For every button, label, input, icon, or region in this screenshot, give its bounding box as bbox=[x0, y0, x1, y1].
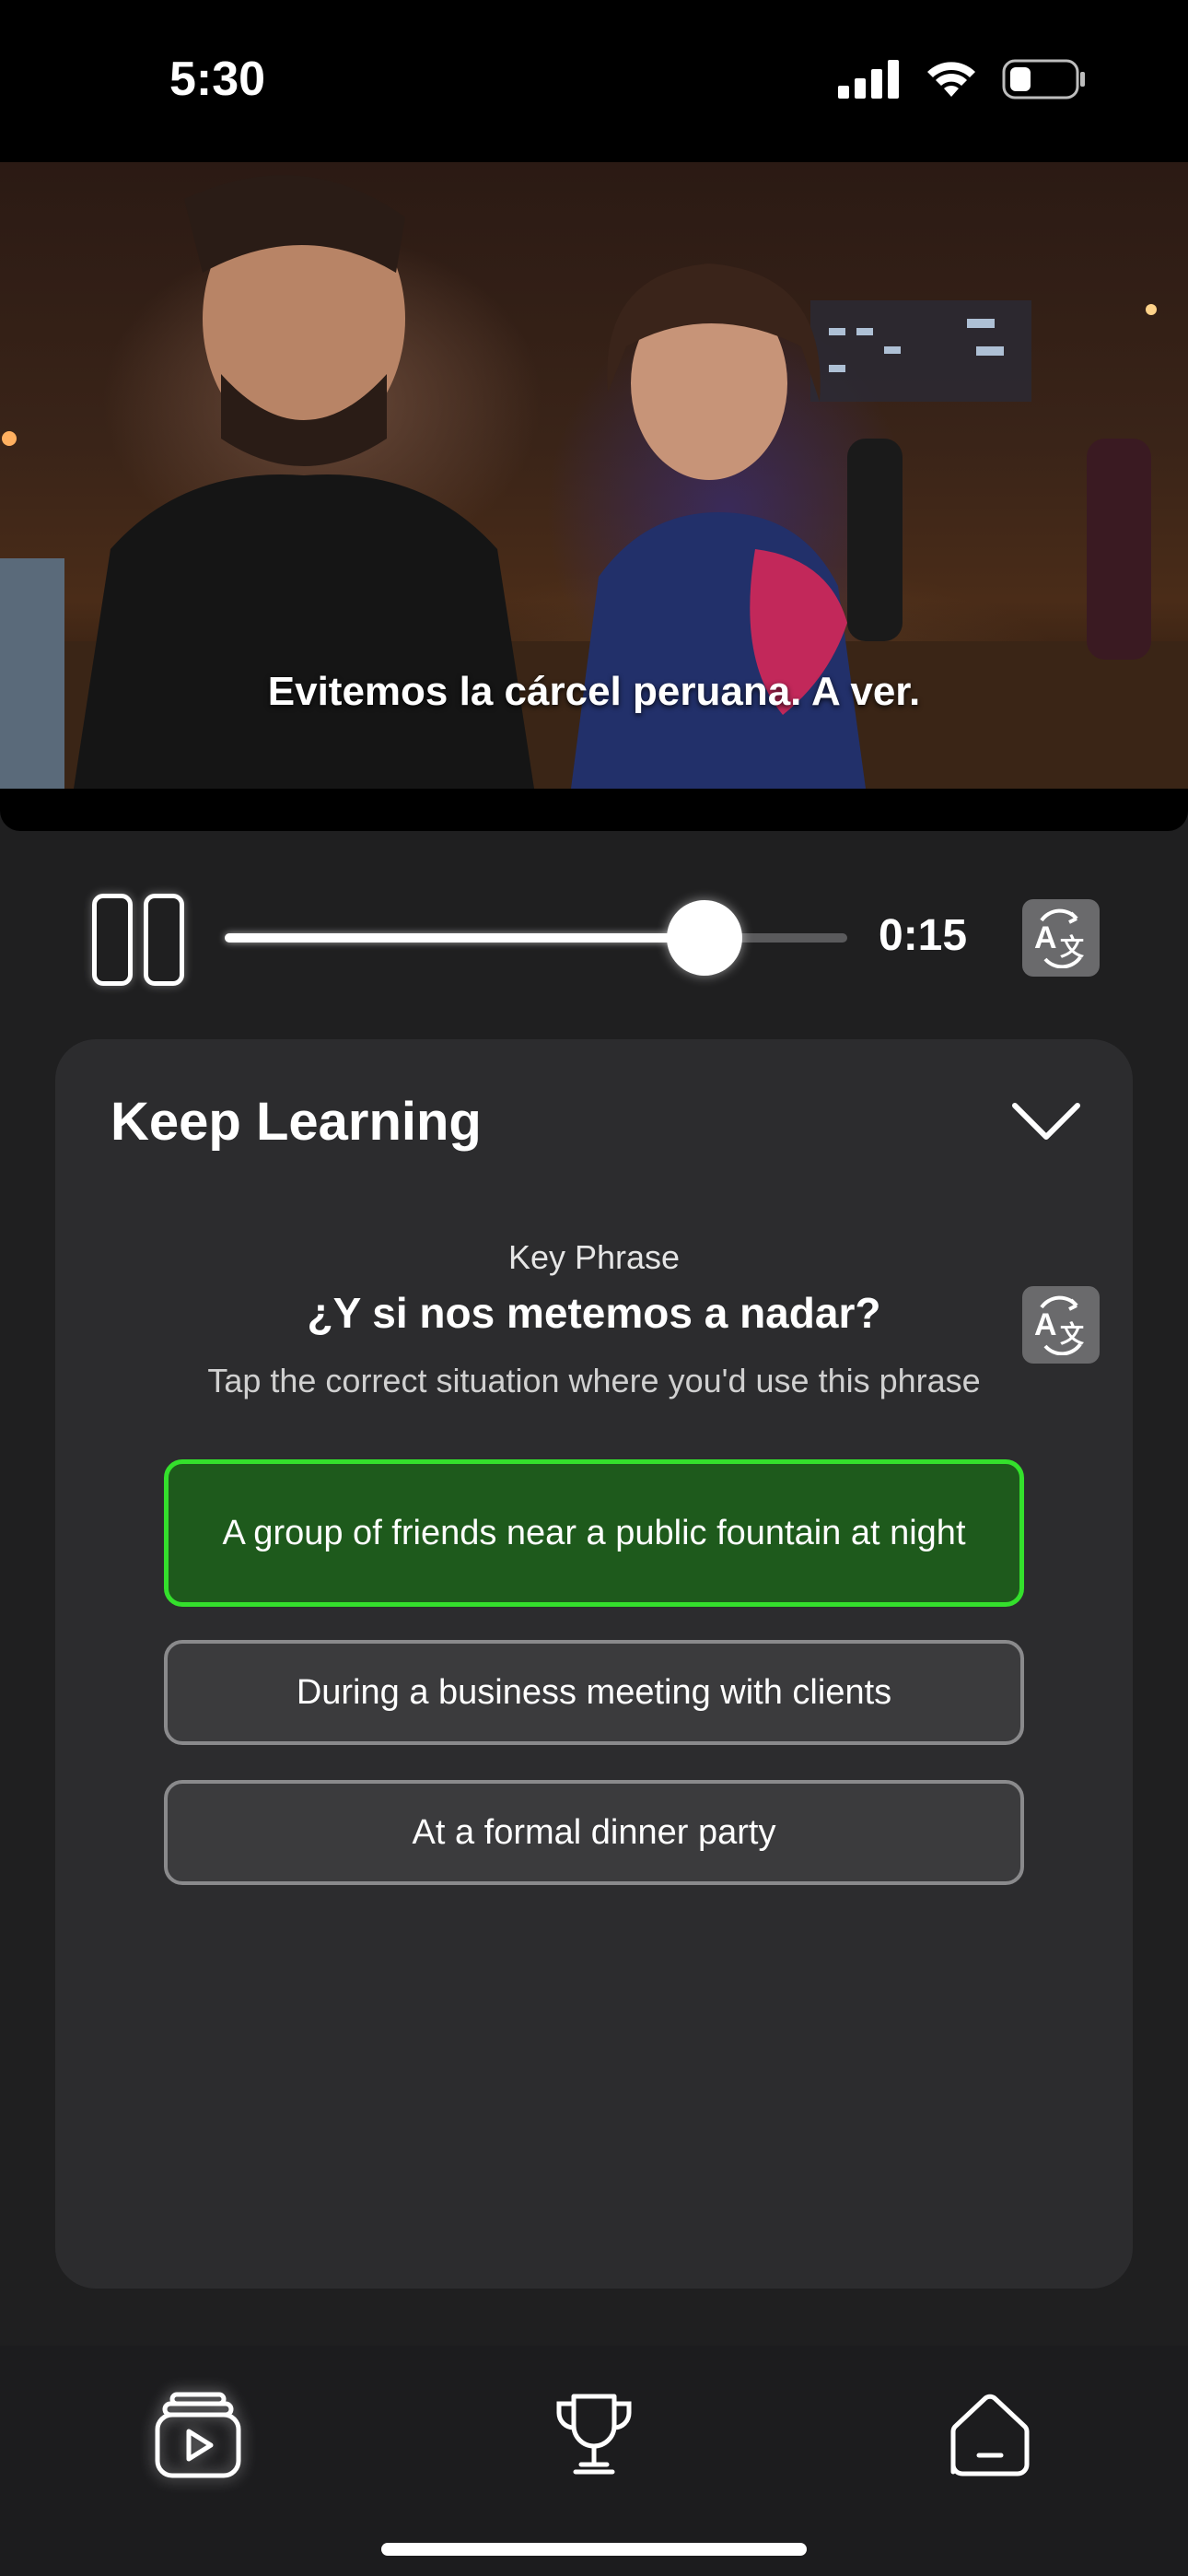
status-time: 5:30 bbox=[169, 53, 266, 106]
answer-option-3[interactable]: At a formal dinner party bbox=[164, 1780, 1024, 1885]
svg-text:A: A bbox=[1034, 920, 1057, 955]
chevron-down-icon[interactable] bbox=[1009, 1098, 1083, 1144]
progress-fill bbox=[225, 933, 705, 943]
answer-option-label: A group of friends near a public fountai… bbox=[222, 1514, 966, 1552]
nav-videos[interactable] bbox=[147, 2384, 249, 2486]
status-icons bbox=[838, 59, 1087, 100]
trophy-icon bbox=[556, 2394, 632, 2475]
svg-text:文: 文 bbox=[1060, 933, 1085, 961]
videos-icon bbox=[155, 2392, 241, 2478]
bottom-navigation bbox=[0, 2346, 1188, 2576]
key-phrase-instruction: Tap the correct situation where you'd us… bbox=[207, 1362, 981, 1399]
subtitle-translate-button[interactable]: A 文 bbox=[1022, 899, 1100, 977]
battery-icon bbox=[1002, 59, 1085, 100]
video-player[interactable]: Evitemos la cárcel peruana. A ver. bbox=[0, 162, 1188, 831]
progress-slider[interactable] bbox=[225, 900, 847, 976]
player-controls: 0:15 A 文 bbox=[0, 884, 1188, 986]
nav-achievements[interactable] bbox=[543, 2384, 645, 2486]
answer-option-1[interactable]: A group of friends near a public fountai… bbox=[164, 1459, 1024, 1607]
svg-text:文: 文 bbox=[1060, 1320, 1085, 1348]
answer-option-label: During a business meeting with clients bbox=[296, 1673, 892, 1712]
answer-option-label: At a formal dinner party bbox=[412, 1813, 776, 1852]
video-subtitle: Evitemos la cárcel peruana. A ver. bbox=[267, 669, 921, 714]
status-bar: 5:30 bbox=[0, 0, 1188, 162]
profile-icon bbox=[950, 2394, 1030, 2476]
pause-icon-bar-right bbox=[144, 894, 184, 986]
key-phrase-label: Key Phrase bbox=[507, 1238, 681, 1276]
pause-button[interactable] bbox=[92, 894, 188, 986]
translate-icon: A 文 bbox=[1034, 908, 1085, 968]
card-title: Keep Learning bbox=[111, 1092, 482, 1152]
home-indicator[interactable] bbox=[381, 2543, 807, 2556]
keep-learning-card: Keep Learning Key Phrase ¿Y si nos metem… bbox=[55, 1039, 1133, 2289]
answer-option-2[interactable]: During a business meeting with clients bbox=[164, 1640, 1024, 1745]
translate-icon: A 文 bbox=[1034, 1295, 1085, 1355]
nav-profile[interactable] bbox=[939, 2384, 1041, 2486]
key-phrase: ¿Y si nos metemos a nadar? bbox=[307, 1289, 881, 1337]
pause-icon-bar-left bbox=[92, 894, 133, 986]
signal-icon bbox=[838, 60, 899, 99]
phrase-translate-button[interactable]: A 文 bbox=[1022, 1286, 1100, 1364]
svg-text:A: A bbox=[1034, 1307, 1057, 1342]
playback-time: 0:15 bbox=[879, 911, 968, 960]
wifi-icon bbox=[927, 62, 975, 97]
progress-thumb[interactable] bbox=[666, 900, 742, 976]
